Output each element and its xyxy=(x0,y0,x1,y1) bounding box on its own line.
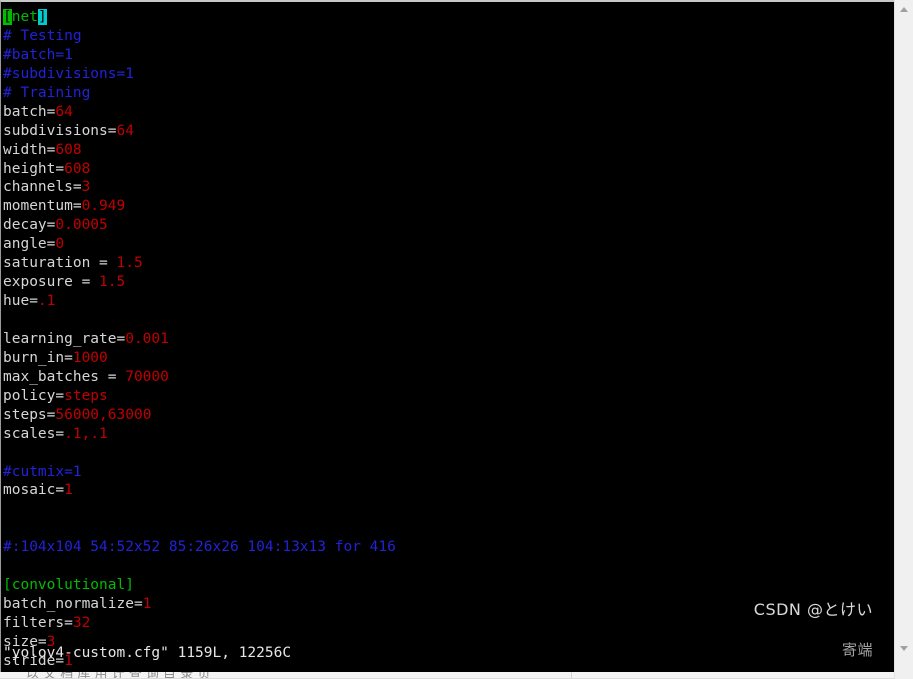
editor-token: scales= xyxy=(3,425,65,442)
editor-token: 0.949 xyxy=(81,198,126,215)
editor-token: channels= xyxy=(3,179,82,196)
editor-token: max_batches = xyxy=(3,368,126,385)
editor-token: # Testing xyxy=(3,27,82,44)
editor-token: mosaic= xyxy=(3,482,65,499)
editor-line[interactable]: max_batches = 70000 xyxy=(3,368,895,387)
editor-line[interactable]: steps=56000,63000 xyxy=(3,406,895,425)
editor-token: subdivisions= xyxy=(3,122,117,139)
editor-token: #subdivisions=1 xyxy=(3,65,134,82)
editor-line[interactable]: subdivisions=64 xyxy=(3,122,895,141)
editor-token xyxy=(3,558,12,574)
editor-token: 1000 xyxy=(72,349,108,366)
editor-token: exposure = xyxy=(3,274,100,291)
editor-line[interactable]: channels=3 xyxy=(3,178,895,197)
editor-line[interactable]: batch=64 xyxy=(3,103,895,122)
editor-token: height= xyxy=(3,160,65,177)
editor-line[interactable]: exposure = 1.5 xyxy=(3,273,895,292)
editor-line[interactable]: #:104x104 54:52x52 85:26x26 104:13x13 fo… xyxy=(3,538,895,557)
terminal-window[interactable]: [net] # Testing #batch=1 #subdivisions=1 # T… xyxy=(0,0,895,672)
editor-token: learning_rate= xyxy=(3,330,126,347)
editor-token: batch_normalize= xyxy=(3,596,143,613)
editor-token: filters= xyxy=(3,615,73,631)
editor-token: 70000 xyxy=(125,368,169,385)
editor-line[interactable]: width=608 xyxy=(3,141,895,160)
watermark-text: CSDN @とけい xyxy=(753,600,873,619)
editor-line[interactable]: policy=steps xyxy=(3,387,895,406)
editor-token: momentum= xyxy=(3,198,82,215)
editor-line[interactable]: # Testing xyxy=(3,27,895,46)
editor-token: 3 xyxy=(81,179,91,196)
editor-token: .1 xyxy=(37,293,56,310)
editor-line[interactable]: momentum=0.949 xyxy=(3,197,895,216)
editor-token xyxy=(3,312,12,328)
editor-line[interactable] xyxy=(3,311,895,330)
editor-line[interactable]: saturation = 1.5 xyxy=(3,254,895,273)
editor-line[interactable]: [net] xyxy=(3,8,895,27)
editor-token: hue= xyxy=(3,293,38,310)
editor-token: 1.5 xyxy=(99,274,126,291)
vim-status-line: "yolov4-custom.cfg" 1159L, 12256C xyxy=(3,645,292,662)
editor-token: 608 xyxy=(64,160,91,177)
editor-token: 0.0005 xyxy=(55,217,108,234)
editor-line[interactable]: learning_rate=0.001 xyxy=(3,330,895,349)
editor-token: burn_in= xyxy=(3,349,73,366)
editor-token: #:104x104 54:52x52 85:26x26 104:13x13 fo… xyxy=(3,539,396,556)
vim-text-buffer[interactable]: [net] # Testing #batch=1 #subdivisions=1 # T… xyxy=(3,8,895,672)
editor-token: #batch=1 xyxy=(3,46,73,63)
scrollbar-track[interactable] xyxy=(895,18,913,639)
editor-line[interactable]: #batch=1 xyxy=(3,46,895,65)
editor-token: [ xyxy=(3,9,12,25)
editor-token: batch= xyxy=(3,103,56,120)
editor-line[interactable] xyxy=(3,519,895,538)
editor-token xyxy=(3,501,12,517)
editor-token: saturation = xyxy=(3,255,117,272)
editor-token: steps= xyxy=(3,406,56,423)
editor-token: 56000,63000 xyxy=(55,406,152,423)
editor-line[interactable]: #cutmix=1 xyxy=(3,463,895,482)
scroll-down-button[interactable] xyxy=(895,639,913,657)
editor-line[interactable]: hue=.1 xyxy=(3,292,895,311)
watermark-overlay: 寄端 xyxy=(841,641,873,659)
editor-line[interactable]: #subdivisions=1 xyxy=(3,65,895,84)
editor-line[interactable]: angle=0 xyxy=(3,235,895,254)
editor-token: .1,.1 xyxy=(64,425,108,442)
editor-token xyxy=(3,445,12,461)
editor-token: 608 xyxy=(55,141,82,158)
editor-token: steps xyxy=(64,387,108,404)
editor-token: decay= xyxy=(3,217,56,234)
editor-token: # Training xyxy=(3,84,91,101)
scroll-up-arrow-icon xyxy=(900,6,908,12)
editor-token: net xyxy=(11,9,38,25)
scroll-up-button[interactable] xyxy=(895,0,913,18)
editor-line[interactable] xyxy=(3,500,895,519)
editor-token: ] xyxy=(37,9,47,25)
editor-token: 32 xyxy=(72,615,91,631)
editor-token: policy= xyxy=(3,387,65,404)
vertical-scrollbar[interactable] xyxy=(894,0,913,679)
editor-token: 64 xyxy=(116,122,134,139)
application-window: [net] # Testing #batch=1 #subdivisions=1 # T… xyxy=(0,0,913,679)
editor-line[interactable]: mosaic=1 xyxy=(3,481,895,500)
editor-token: 0.001 xyxy=(125,330,169,347)
editor-line[interactable]: burn_in=1000 xyxy=(3,349,895,368)
scroll-down-arrow-icon xyxy=(900,645,908,651)
editor-line[interactable]: scales=.1,.1 xyxy=(3,425,895,444)
editor-token: width= xyxy=(3,141,56,158)
editor-line[interactable] xyxy=(3,444,895,463)
editor-token: 0 xyxy=(55,236,65,253)
editor-token: 1 xyxy=(64,482,73,499)
editor-token: 1.5 xyxy=(116,255,143,272)
csdn-watermark: CSDN @とけい 寄端 xyxy=(720,580,873,660)
editor-token: [convolutional] xyxy=(3,577,134,594)
editor-line[interactable] xyxy=(3,557,895,576)
editor-token: #cutmix=1 xyxy=(3,463,82,480)
editor-token xyxy=(3,520,12,536)
editor-line[interactable]: height=608 xyxy=(3,160,895,179)
editor-line[interactable]: # Training xyxy=(3,84,895,103)
editor-line[interactable]: decay=0.0005 xyxy=(3,216,895,235)
editor-token: 1 xyxy=(142,596,152,613)
editor-token: angle= xyxy=(3,236,56,253)
editor-token: 64 xyxy=(55,103,73,120)
